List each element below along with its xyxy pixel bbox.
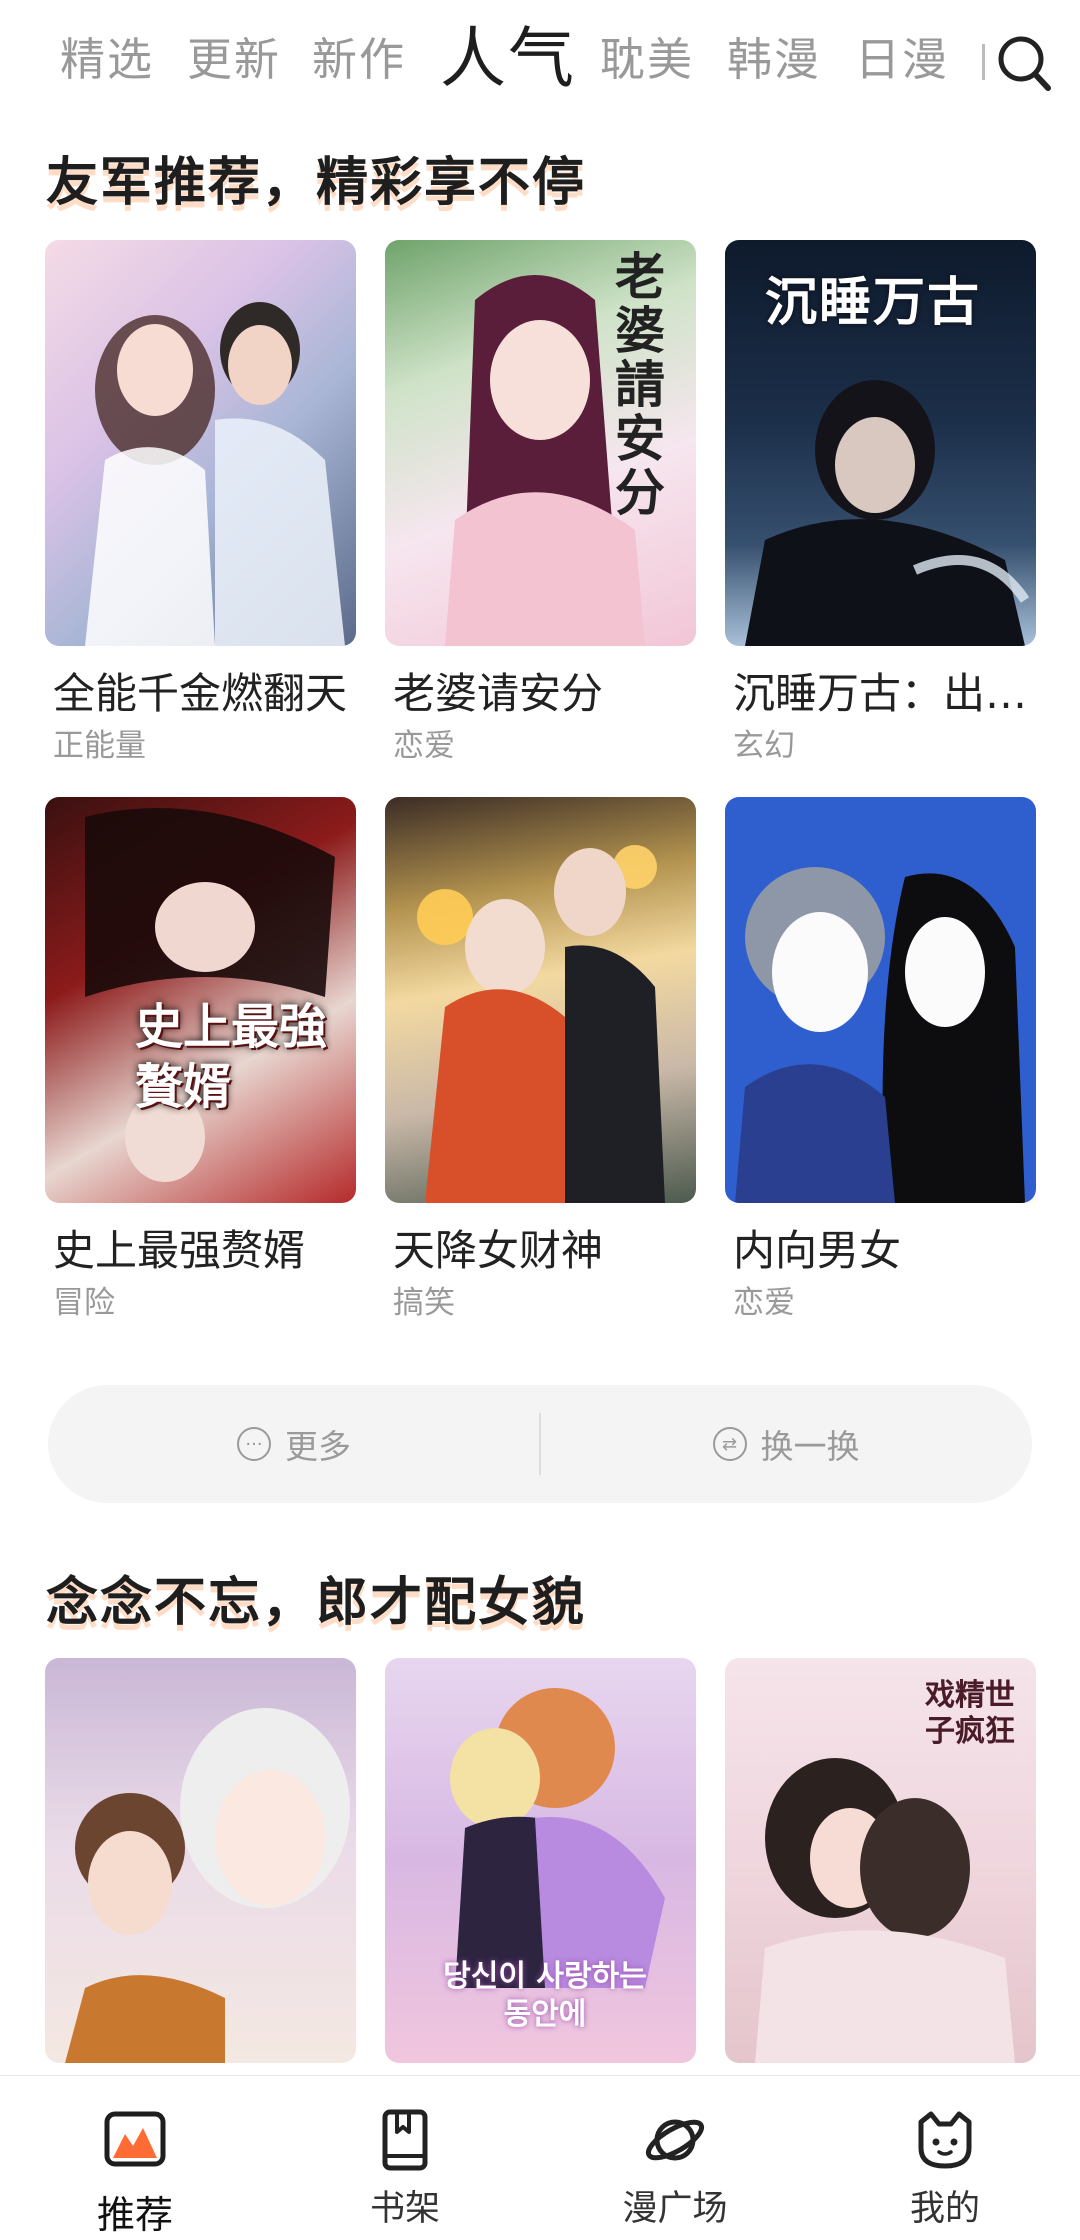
comic-genre-tag: 玄幻 (733, 728, 795, 764)
tab-japanese[interactable]: 日漫 (855, 30, 949, 90)
comic-title: 内向男女 (733, 1226, 902, 1275)
planet-icon (645, 2119, 705, 2161)
cover-art-text: 老婆請安分 (615, 247, 665, 522)
comic-genre-tag: 搞笑 (393, 1285, 455, 1321)
cover-art-text: 당신이 사랑하는 동안에 (443, 1959, 647, 2032)
comic-card[interactable] (45, 1658, 356, 2063)
cover-art-text: 沉睡万古 (765, 272, 982, 333)
comic-genre-tag: 冒险 (53, 1285, 115, 1321)
more-swap-bar: ··· 更多 ⇄ 换一换 (48, 1385, 1032, 1503)
section-title-romance: 念念不忘，郎才配女貌 (46, 1573, 587, 1633)
comic-title: 天降女财神 (393, 1226, 604, 1275)
comic-genre-tag: 恋爱 (393, 728, 455, 764)
tab-popular[interactable]: 人气 (440, 20, 576, 98)
tab-korean[interactable]: 韩漫 (727, 30, 821, 90)
section-title-recommend: 友军推荐，精彩享不停 (46, 153, 587, 213)
comic-cover[interactable] (725, 797, 1036, 1203)
nav-bookshelf[interactable]: 书架 (270, 2076, 540, 2240)
comic-card[interactable]: 内向男女 恋爱 (725, 797, 1036, 1323)
more-label: 更多 (285, 1427, 351, 1466)
comic-card[interactable]: 天降女财神 搞笑 (385, 797, 696, 1323)
comic-cover[interactable]: 沉睡万古 (725, 240, 1036, 646)
comic-cover[interactable]: 老婆請安分 (385, 240, 696, 646)
nav-comic-plaza[interactable]: 漫广场 (540, 2076, 810, 2240)
nav-profile[interactable]: 我的 (810, 2076, 1080, 2240)
tab-bl[interactable]: 耽美 (600, 30, 694, 90)
profile-cat-icon (918, 2111, 972, 2169)
comic-cover[interactable]: 史上最強贅婿 (45, 797, 356, 1203)
more-dots-icon: ··· (237, 1427, 271, 1461)
tab-divider (982, 44, 985, 80)
bookshelf-icon (382, 2109, 428, 2171)
comic-cover[interactable] (385, 797, 696, 1203)
comic-card[interactable]: 戏精世子疯狂 (725, 1658, 1036, 2063)
comic-genre-tag: 正能量 (53, 728, 146, 764)
comic-cover[interactable] (45, 240, 356, 646)
comic-genre-tag: 恋爱 (733, 1285, 795, 1321)
nav-profile-label: 我的 (909, 2189, 980, 2229)
top-tab-bar: 精选 更新 新作 人气 耽美 韩漫 日漫 (0, 0, 1080, 125)
nav-comic-plaza-label: 漫广场 (622, 2189, 728, 2229)
comic-card[interactable]: 老婆請安分 老婆请安分 恋爱 (385, 240, 696, 766)
comic-title: 全能千金燃翻天 (53, 669, 348, 718)
cover-art-text: 史上最強贅婿 (135, 999, 328, 1115)
comic-cover[interactable]: 당신이 사랑하는 동안에 (385, 1658, 696, 2063)
swap-label: 换一换 (760, 1427, 860, 1466)
bottom-navigation: 推荐 书架 漫广场 我的 (0, 2075, 1080, 2240)
tab-updated[interactable]: 更新 (187, 30, 281, 90)
recommend-icon (104, 2111, 166, 2167)
comic-cover[interactable]: 戏精世子疯狂 (725, 1658, 1036, 2063)
comic-card[interactable]: 당신이 사랑하는 동안에 (385, 1658, 696, 2063)
tab-new[interactable]: 新作 (312, 30, 406, 90)
comic-card[interactable]: 全能千金燃翻天 正能量 (45, 240, 356, 766)
comic-card[interactable]: 史上最強贅婿 史上最强赘婿 冒险 (45, 797, 356, 1323)
comic-card[interactable]: 沉睡万古 沉睡万古：出… 玄幻 (725, 240, 1036, 766)
comic-title: 史上最强赘婿 (53, 1226, 306, 1275)
tab-featured[interactable]: 精选 (60, 30, 154, 90)
nav-recommend-label: 推荐 (96, 2193, 173, 2237)
cover-art-text: 戏精世子疯狂 (925, 1678, 1015, 1749)
comic-title: 沉睡万古：出… (733, 669, 1028, 718)
search-icon[interactable] (996, 34, 1052, 92)
more-button[interactable]: ··· 更多 (48, 1385, 540, 1503)
nav-recommend[interactable]: 推荐 (0, 2076, 270, 2240)
comic-cover[interactable] (45, 1658, 356, 2063)
comic-title: 老婆请安分 (393, 669, 604, 718)
swap-button[interactable]: ⇄ 换一换 (540, 1385, 1032, 1503)
swap-icon: ⇄ (712, 1427, 747, 1461)
nav-bookshelf-label: 书架 (369, 2189, 440, 2229)
